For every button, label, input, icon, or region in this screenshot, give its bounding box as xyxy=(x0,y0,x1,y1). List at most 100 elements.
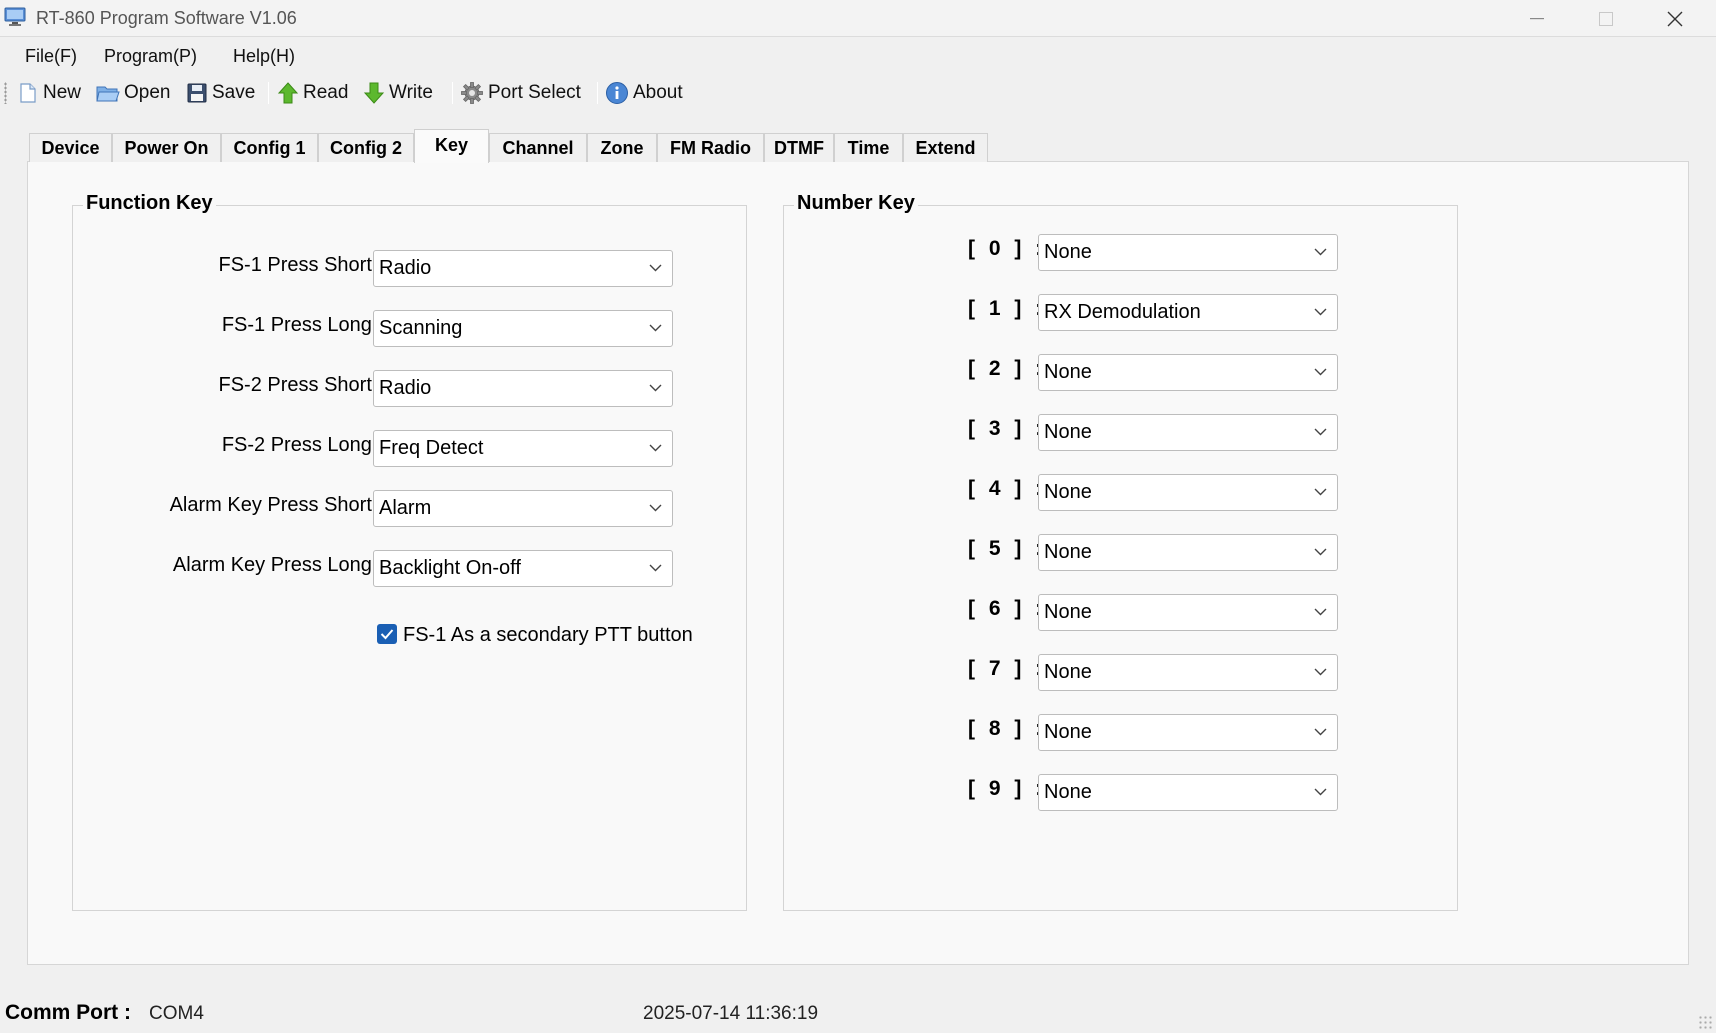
fs2-press-long-select[interactable]: Freq Detect xyxy=(373,430,673,467)
chevron-down-icon xyxy=(649,384,662,392)
tab-page-key: Function Key FS-1 Press Short : Radio FS… xyxy=(27,161,1689,965)
arrow-up-icon xyxy=(277,82,299,104)
number-key-6-select[interactable]: None xyxy=(1038,594,1338,631)
menu-file[interactable]: File(F) xyxy=(25,46,77,67)
function-key-group: Function Key FS-1 Press Short : Radio FS… xyxy=(72,192,747,911)
number-key-8-label: [ 8 ] : xyxy=(968,717,1047,740)
number-key-8-select[interactable]: None xyxy=(1038,714,1338,751)
menu-bar: File(F) Program(P) Help(H) xyxy=(0,38,1716,74)
title-bar: RT-860 Program Software V1.06 xyxy=(0,0,1716,37)
read-label: Read xyxy=(303,82,349,103)
menu-help[interactable]: Help(H) xyxy=(233,46,295,67)
alarm-key-press-long-value: Backlight On-off xyxy=(379,557,521,579)
chevron-down-icon xyxy=(1314,308,1327,316)
number-key-7-value: None xyxy=(1044,661,1092,683)
chevron-down-icon xyxy=(649,564,662,572)
tab-config-1[interactable]: Config 1 xyxy=(221,133,318,162)
fs1-press-long-value: Scanning xyxy=(379,317,463,339)
number-key-2-label: [ 2 ] : xyxy=(968,357,1047,380)
number-key-0-select[interactable]: None xyxy=(1038,234,1338,271)
fs1-press-long-select[interactable]: Scanning xyxy=(373,310,673,347)
chevron-down-icon xyxy=(649,504,662,512)
chevron-down-icon xyxy=(1314,608,1327,616)
resize-grip[interactable] xyxy=(1698,1015,1714,1031)
fs1-press-short-label: FS-1 Press Short : xyxy=(218,254,384,276)
alarm-key-press-long-select[interactable]: Backlight On-off xyxy=(373,550,673,587)
tab-channel[interactable]: Channel xyxy=(489,133,587,162)
open-label: Open xyxy=(124,82,171,103)
info-icon xyxy=(606,82,628,104)
about-button[interactable]: About xyxy=(605,79,683,107)
new-button[interactable]: New xyxy=(17,79,81,107)
port-select-label: Port Select xyxy=(488,82,581,103)
menu-program[interactable]: Program(P) xyxy=(104,46,197,67)
tab-dtmf[interactable]: DTMF xyxy=(764,133,834,162)
number-key-6-value: None xyxy=(1044,601,1092,623)
fs1-press-short-select[interactable]: Radio xyxy=(373,250,673,287)
secondary-ptt-checkbox[interactable] xyxy=(377,624,397,644)
number-key-9-label: [ 9 ] : xyxy=(968,777,1047,800)
number-key-3-select[interactable]: None xyxy=(1038,414,1338,451)
arrow-down-icon xyxy=(363,82,385,104)
fs2-press-short-value: Radio xyxy=(379,377,432,399)
about-label: About xyxy=(633,82,683,103)
chevron-down-icon xyxy=(1314,548,1327,556)
minimize-button[interactable] xyxy=(1504,0,1570,37)
chevron-down-icon xyxy=(1314,428,1327,436)
close-icon xyxy=(1667,11,1683,26)
chevron-down-icon xyxy=(649,264,662,272)
tab-power-on[interactable]: Power On xyxy=(112,133,221,162)
number-key-2-select[interactable]: None xyxy=(1038,354,1338,391)
chevron-down-icon xyxy=(1314,368,1327,376)
tab-key[interactable]: Key xyxy=(414,129,489,163)
fs2-press-short-select[interactable]: Radio xyxy=(373,370,673,407)
open-button[interactable]: Open xyxy=(96,79,170,107)
number-key-9-value: None xyxy=(1044,781,1092,803)
tab-extend[interactable]: Extend xyxy=(903,133,988,162)
tab-fm-radio[interactable]: FM Radio xyxy=(657,133,764,162)
number-key-3-value: None xyxy=(1044,421,1092,443)
write-button[interactable]: Write xyxy=(363,79,433,107)
number-key-5-select[interactable]: None xyxy=(1038,534,1338,571)
comm-port-label: Comm Port : xyxy=(5,1001,131,1024)
number-key-4-label: [ 4 ] : xyxy=(968,477,1047,500)
toolbar-grip[interactable] xyxy=(4,82,7,104)
number-key-2-value: None xyxy=(1044,361,1092,383)
maximize-button[interactable] xyxy=(1573,0,1639,37)
write-label: Write xyxy=(389,82,433,103)
tab-zone[interactable]: Zone xyxy=(587,133,657,162)
tab-time[interactable]: Time xyxy=(834,133,903,162)
read-button[interactable]: Read xyxy=(277,79,348,107)
new-label: New xyxy=(43,82,82,103)
secondary-ptt-label[interactable]: FS-1 As a secondary PTT button xyxy=(403,624,693,647)
window-title: RT-860 Program Software V1.06 xyxy=(36,8,297,28)
gear-icon xyxy=(461,82,483,104)
number-key-4-select[interactable]: None xyxy=(1038,474,1338,511)
toolbar-separator xyxy=(597,82,598,104)
number-key-1-select[interactable]: RX Demodulation xyxy=(1038,294,1338,331)
save-button[interactable]: Save xyxy=(186,79,255,107)
chevron-down-icon xyxy=(1314,248,1327,256)
number-key-1-label: [ 1 ] : xyxy=(968,297,1047,320)
alarm-key-press-short-select[interactable]: Alarm xyxy=(373,490,673,527)
number-key-title: Number Key xyxy=(794,192,918,215)
alarm-key-press-short-value: Alarm xyxy=(379,497,432,519)
port-select-button[interactable]: Port Select xyxy=(460,79,581,107)
toolbar: New Open Save Read Write Port Select Abo… xyxy=(0,74,1716,112)
number-key-7-select[interactable]: None xyxy=(1038,654,1338,691)
number-key-5-label: [ 5 ] : xyxy=(968,537,1047,560)
fs1-press-short-value: Radio xyxy=(379,257,432,279)
chevron-down-icon xyxy=(649,324,662,332)
number-key-7-label: [ 7 ] : xyxy=(968,657,1047,680)
computer-icon xyxy=(4,7,26,27)
number-key-9-select[interactable]: None xyxy=(1038,774,1338,811)
number-key-8-value: None xyxy=(1044,721,1092,743)
close-button[interactable] xyxy=(1642,0,1708,37)
toolbar-separator xyxy=(268,82,269,104)
number-key-5-value: None xyxy=(1044,541,1092,563)
tab-config-2[interactable]: Config 2 xyxy=(318,133,414,162)
chevron-down-icon xyxy=(1314,488,1327,496)
tab-device[interactable]: Device xyxy=(29,133,112,162)
chevron-down-icon xyxy=(1314,668,1327,676)
number-key-0-value: None xyxy=(1044,241,1092,263)
